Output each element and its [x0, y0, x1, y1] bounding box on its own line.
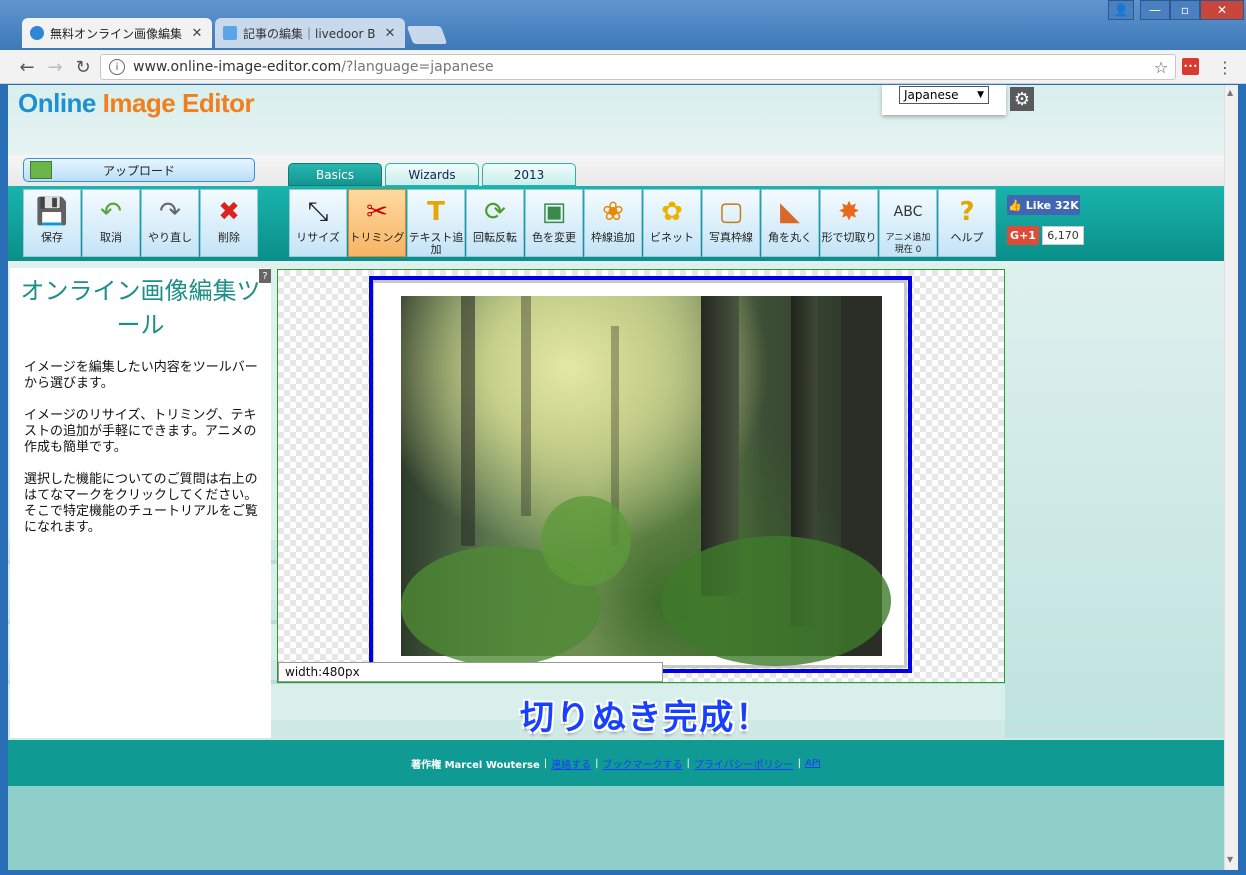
browser-tab-active[interactable]: 無料オンライン画像編集 ✕ [22, 18, 212, 48]
facebook-like-button[interactable]: 👍 Like 32K [1007, 195, 1080, 215]
resize-icon: ⤡ [307, 197, 329, 227]
bottom-background [8, 786, 1224, 870]
delete-button[interactable]: ✖ 削除 [200, 189, 258, 257]
address-bar[interactable]: i www.online-image-editor.com/?language=… [100, 54, 1176, 80]
footer: 著作権 Marcel Wouterse | 連絡する | ブックマークする | プライ… [8, 740, 1224, 786]
gplus-count: 6,170 [1042, 226, 1084, 245]
border-tool[interactable]: ❀ 枠線追加 [584, 189, 642, 257]
crop-selection[interactable] [369, 276, 912, 673]
round-corner-tool[interactable]: ◣ 角を丸く [761, 189, 819, 257]
browser-tab-inactive[interactable]: 記事の編集｜livedoor B ✕ [215, 18, 405, 48]
scrollbar[interactable]: ▲ ▼ [1224, 85, 1238, 870]
thumbs-up-icon: 👍 [1008, 198, 1026, 212]
frame-icon: ▢ [718, 197, 744, 227]
menu-kebab-icon[interactable]: ⋮ [1214, 56, 1236, 78]
site-favicon-icon [30, 26, 44, 40]
save-button[interactable]: 💾 保存 [23, 189, 81, 257]
language-select[interactable]: Japanese ▼ [899, 86, 989, 104]
info-icon[interactable]: i [109, 59, 125, 75]
help-icon: ? [959, 197, 975, 227]
dropdown-triangle-icon: ▼ [977, 90, 984, 100]
gplus-button[interactable]: G+1 [1007, 226, 1039, 245]
scroll-up-icon[interactable]: ▲ [1227, 88, 1233, 97]
close-tab-icon[interactable]: ✕ [190, 26, 204, 41]
color-tool[interactable]: ▣ 色を変更 [525, 189, 583, 257]
delete-icon: ✖ [218, 197, 240, 227]
right-background [1005, 268, 1224, 738]
window-close-icon[interactable]: ✕ [1200, 0, 1244, 20]
sidebar-title: オンライン画像編集ツール [20, 277, 261, 339]
animation-tool[interactable]: ABC アニメ追加 現在 0 [879, 189, 937, 257]
dimension-info: width:480px [278, 662, 663, 682]
upload-icon [30, 161, 52, 179]
privacy-link[interactable]: プライバシーポリシー [694, 756, 794, 771]
add-text-tool[interactable]: T テキスト追加 [407, 189, 465, 257]
vignette-tool[interactable]: ✿ ビネット [643, 189, 701, 257]
scroll-down-icon[interactable]: ▼ [1227, 855, 1233, 864]
tab-2013[interactable]: 2013 [482, 163, 576, 186]
animation-icon: ABC [893, 204, 923, 220]
redo-button[interactable]: ↷ やり直し [141, 189, 199, 257]
border-icon: ❀ [602, 197, 624, 227]
maximize-icon[interactable]: ▫ [1170, 0, 1200, 20]
undo-icon: ↶ [100, 197, 122, 227]
profile-icon[interactable]: 👤 [1108, 0, 1134, 20]
question-icon[interactable]: ? [259, 269, 271, 283]
bookmark-star-icon[interactable]: ☆ [1150, 56, 1172, 78]
rotate-icon: ⟳ [484, 197, 506, 227]
tab-wizards[interactable]: Wizards [385, 163, 479, 186]
photo-frame-tool[interactable]: ▢ 写真枠線 [702, 189, 760, 257]
tab-title: 無料オンライン画像編集 [50, 26, 183, 41]
trim-tool[interactable]: ✂ トリミング [348, 189, 406, 257]
tab-title: 記事の編集｜livedoor B [243, 26, 376, 41]
rotate-tool[interactable]: ⟳ 回転反転 [466, 189, 524, 257]
resize-tool[interactable]: ⤡ リサイズ [289, 189, 347, 257]
extension-icon[interactable]: ••• [1182, 58, 1199, 75]
contact-link[interactable]: 連絡する [551, 756, 591, 771]
bookmark-link[interactable]: ブックマークする [602, 756, 682, 771]
shape-cut-icon: ✸ [838, 197, 860, 227]
site-logo[interactable]: Online Image Editor [18, 88, 255, 119]
back-arrow-icon[interactable]: ← [16, 56, 38, 78]
blog-favicon-icon [223, 26, 237, 40]
caption-text: 切りぬき完成！ [520, 698, 772, 738]
shape-cut-tool[interactable]: ✸ 形で切取り [820, 189, 878, 257]
copyright: 著作権 Marcel Wouterse [411, 759, 540, 771]
round-corner-icon: ◣ [780, 197, 800, 227]
undo-button[interactable]: ↶ 取消 [82, 189, 140, 257]
sidebar-text: イメージを編集したい内容をツールバーから選びます。 イメージのリサイズ、トリミン… [24, 360, 258, 535]
minimize-icon[interactable]: — [1140, 0, 1170, 20]
sidebar: オンライン画像編集ツール イメージを編集したい内容をツールバーから選びます。 イ… [10, 268, 271, 738]
url-host: www.online-image-editor.com [133, 59, 342, 75]
upload-button[interactable]: アップロード [23, 158, 255, 182]
scissors-icon: ✂ [366, 197, 388, 227]
floppy-icon: 💾 [35, 197, 69, 227]
forward-arrow-icon[interactable]: → [44, 56, 66, 78]
url-path: /?language=japanese [341, 59, 494, 75]
redo-icon: ↷ [159, 197, 181, 227]
vignette-icon: ✿ [661, 197, 683, 227]
new-tab-button[interactable] [406, 26, 448, 44]
tab-basics[interactable]: Basics [288, 163, 382, 186]
text-icon: T [427, 197, 445, 227]
reload-icon[interactable]: ↻ [72, 56, 94, 78]
help-tool[interactable]: ? ヘルプ [938, 189, 996, 257]
gear-icon[interactable]: ⚙ [1010, 87, 1034, 111]
close-tab-icon[interactable]: ✕ [383, 26, 397, 41]
color-icon: ▣ [541, 197, 567, 227]
api-link[interactable]: API [805, 758, 821, 769]
